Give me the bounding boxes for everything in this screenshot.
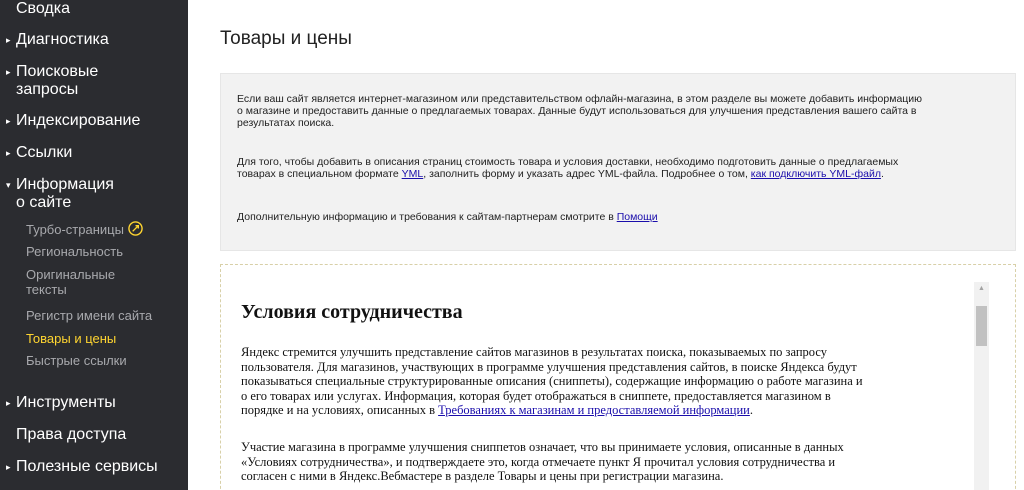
sidebar-subitem-label: Товары и цены xyxy=(26,331,117,346)
info-text: результатах поиска. xyxy=(237,117,335,129)
sidebar-item-label-line2: о сайте xyxy=(16,194,72,211)
sidebar-subitem-label: Быстрые ссылки xyxy=(26,353,127,368)
info-text: . xyxy=(880,168,884,180)
sidebar-item-label: Поисковые xyxy=(16,63,99,80)
terms-text: «Условиях сотрудничества», и подтверждае… xyxy=(241,454,836,469)
terms-paragraph-2: Участие магазина в программе улучшения с… xyxy=(241,440,971,484)
terms-frame: Условия сотрудничества Яндекс стремится … xyxy=(220,264,1016,490)
sidebar-item-label: Информация xyxy=(16,176,114,193)
sidebar-item-label: Сводка xyxy=(16,0,71,17)
info-paragraph-intro: Если ваш сайт является интернет-магазино… xyxy=(237,93,1007,129)
sidebar-subitem-turbo-pages[interactable]: Турбо-страницы xyxy=(26,221,143,237)
chevron-right-icon: ▸ xyxy=(6,462,11,472)
info-box: Если ваш сайт является интернет-магазино… xyxy=(220,73,1016,251)
sidebar-item-label-line2: запросы xyxy=(16,81,79,98)
info-paragraph-help: Дополнительную информацию и требования к… xyxy=(237,211,1007,223)
sidebar-subitem-site-name-case[interactable]: Регистр имени сайта xyxy=(26,308,152,323)
turbo-icon xyxy=(128,221,143,236)
chevron-right-icon: ▸ xyxy=(6,398,11,408)
terms-text: показываться специальные структурированн… xyxy=(241,374,863,389)
sidebar-subitem-label: Турбо-страницы xyxy=(26,222,124,237)
scroll-thumb[interactable] xyxy=(976,306,987,346)
sidebar-subitem-regionality[interactable]: Региональность xyxy=(26,244,123,259)
sidebar-subitem-label: Региональность xyxy=(26,244,123,259)
terms-text: о его товарах или услугах. Информация, к… xyxy=(241,388,831,403)
yml-link[interactable]: YML xyxy=(402,168,424,180)
help-link[interactable]: Помощи xyxy=(617,211,658,223)
terms-text: Яндекс стремится улучшить представление … xyxy=(241,345,827,359)
how-to-connect-yml-link[interactable]: как подключить YML-файл xyxy=(751,168,881,180)
chevron-right-icon: ▸ xyxy=(6,148,11,158)
scroll-up-arrow-icon[interactable]: ▲ xyxy=(974,282,989,296)
terms-title: Условия сотрудничества xyxy=(241,301,463,323)
chevron-right-icon: ▸ xyxy=(6,35,11,45)
sidebar: Сводка ▸ Диагностика ▸ Поисковые запросы… xyxy=(0,0,188,490)
info-text: о магазине и предоставить данные о предл… xyxy=(237,105,917,117)
chevron-right-icon: ▸ xyxy=(6,67,11,77)
terms-text: пользователя. Для магазинов, участвующих… xyxy=(241,359,857,374)
info-text: товарах в специальном формате xyxy=(237,168,402,180)
sidebar-subitem-quick-links[interactable]: Быстрые ссылки xyxy=(26,353,127,368)
sidebar-item-label: Индексирование xyxy=(16,112,141,129)
sidebar-item-label: Полезные сервисы xyxy=(16,458,158,475)
sidebar-subitem-goods-prices[interactable]: Товары и цены xyxy=(26,331,116,346)
sidebar-item-label: Ссылки xyxy=(16,144,73,161)
info-paragraph-yml: Для того, чтобы добавить в описания стра… xyxy=(237,156,1007,180)
info-text: Для того, чтобы добавить в описания стра… xyxy=(237,156,899,168)
terms-scrollbar[interactable]: ▲ xyxy=(974,282,989,490)
terms-text: . xyxy=(749,403,753,418)
sidebar-subitem-original-texts[interactable]: Оригинальные тексты xyxy=(26,267,115,297)
shop-requirements-link[interactable]: Требованиях к магазинам и предоставляемо… xyxy=(438,403,750,417)
sidebar-item-label: Инструменты xyxy=(16,394,116,411)
terms-text: порядке и на условиях, описанных в xyxy=(241,403,439,418)
sidebar-subitem-label: Оригинальные xyxy=(26,267,116,282)
info-text: Дополнительную информацию и требования к… xyxy=(237,211,617,223)
terms-text: Участие магазина в программе улучшения с… xyxy=(241,440,844,454)
info-text: Если ваш сайт является интернет-магазино… xyxy=(237,93,923,105)
chevron-down-icon: ▾ xyxy=(6,180,11,190)
sidebar-item-label: Диагностика xyxy=(16,31,109,48)
chevron-right-icon: ▸ xyxy=(6,116,11,126)
sidebar-subitem-label-line2: тексты xyxy=(26,282,67,297)
info-text: , заполнить форму и указать адрес YML-фа… xyxy=(423,168,751,180)
terms-text: согласен с ними в Яндекс.Вебмастере в ра… xyxy=(241,469,724,484)
terms-paragraph-1: Яндекс стремится улучшить представление … xyxy=(241,345,971,418)
sidebar-subitem-label: Регистр имени сайта xyxy=(26,308,153,323)
page-title: Товары и цены xyxy=(220,28,352,49)
sidebar-item-label: Права доступа xyxy=(16,426,127,443)
